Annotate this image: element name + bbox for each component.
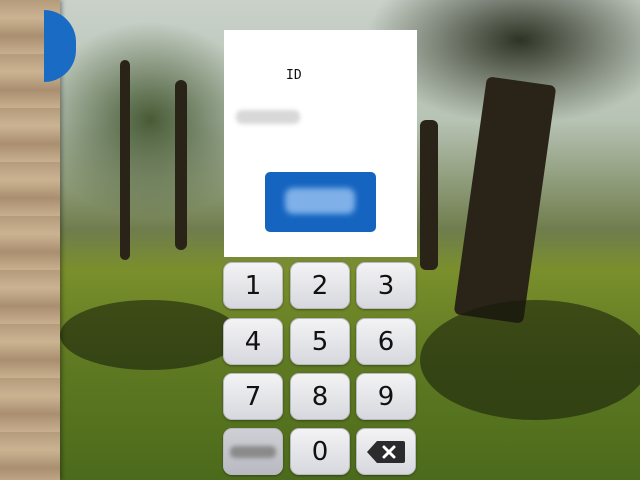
submit-button[interactable] (265, 172, 376, 232)
login-card: ID (224, 30, 417, 257)
tree-trunk (420, 120, 438, 270)
tree-shadow (420, 300, 640, 420)
key-3[interactable]: 3 (356, 262, 416, 309)
backspace-icon (367, 440, 405, 463)
key-2[interactable]: 2 (290, 262, 350, 309)
tree-shadow (60, 300, 240, 370)
submit-button-label (285, 188, 355, 214)
tree-trunk (175, 80, 187, 250)
key-4[interactable]: 4 (223, 318, 283, 365)
key-5[interactable]: 5 (290, 318, 350, 365)
key-bottom-left-label (230, 445, 276, 458)
key-bottom-left[interactable] (223, 428, 283, 475)
id-label: ID (286, 68, 302, 83)
key-0[interactable]: 0 (290, 428, 350, 475)
key-7[interactable]: 7 (223, 373, 283, 420)
key-1[interactable]: 1 (223, 262, 283, 309)
key-6[interactable]: 6 (356, 318, 416, 365)
key-8[interactable]: 8 (290, 373, 350, 420)
id-value-field[interactable] (236, 110, 300, 124)
backspace-button[interactable] (356, 428, 416, 475)
tree-trunk (120, 60, 130, 260)
key-9[interactable]: 9 (356, 373, 416, 420)
